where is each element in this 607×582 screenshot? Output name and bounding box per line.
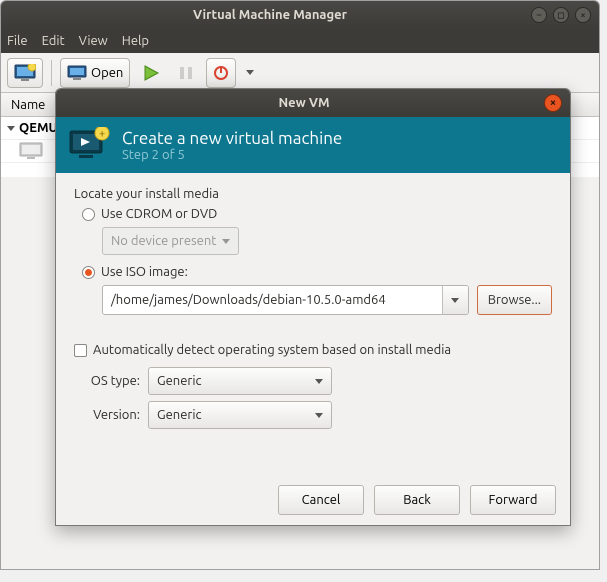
- menubar: File Edit View Help: [1, 29, 599, 53]
- window-controls: – ◻ ×: [531, 7, 591, 23]
- radio-cdrom-row[interactable]: Use CDROM or DVD: [82, 207, 552, 221]
- chevron-down-icon: [315, 379, 323, 384]
- shutdown-menu-button[interactable]: [242, 58, 258, 88]
- device-dropdown: No device present: [102, 227, 239, 255]
- os-type-label: OS type:: [74, 374, 140, 388]
- version-select[interactable]: Generic: [148, 401, 332, 429]
- radio-iso[interactable]: [82, 266, 95, 279]
- browse-button[interactable]: Browse...: [477, 285, 552, 315]
- radio-cdrom-label: Use CDROM or DVD: [101, 207, 217, 221]
- radio-cdrom[interactable]: [82, 208, 95, 221]
- shutdown-button[interactable]: [206, 58, 236, 88]
- close-button[interactable]: ×: [575, 7, 591, 23]
- forward-button[interactable]: Forward: [470, 485, 556, 515]
- dialog-titlebar[interactable]: New VM ×: [56, 89, 570, 117]
- dialog-header-titles: Create a new virtual machine Step 2 of 5: [122, 129, 342, 162]
- dialog-header-title: Create a new virtual machine: [122, 129, 342, 148]
- monitor-new-icon: [14, 64, 36, 82]
- menu-file[interactable]: File: [7, 34, 28, 48]
- new-vm-dialog: New VM × + Create a new virtual machine …: [55, 88, 571, 526]
- iso-path-dropdown-button[interactable]: [442, 286, 468, 314]
- svg-text:+: +: [99, 128, 105, 140]
- main-titlebar: Virtual Machine Manager – ◻ ×: [1, 1, 599, 29]
- iso-path-value[interactable]: /home/james/Downloads/debian-10.5.0-amd6…: [103, 286, 442, 314]
- cancel-button[interactable]: Cancel: [278, 485, 364, 515]
- pause-button[interactable]: [172, 58, 200, 88]
- version-value: Generic: [157, 408, 202, 422]
- version-label: Version:: [74, 408, 140, 422]
- power-icon: [213, 65, 229, 81]
- autodetect-checkbox[interactable]: [74, 344, 87, 357]
- back-button[interactable]: Back: [374, 485, 460, 515]
- pause-icon: [178, 65, 194, 81]
- expand-icon: [7, 126, 15, 131]
- tree-group-label: QEMU: [19, 121, 58, 135]
- chevron-down-icon: [451, 298, 459, 303]
- os-type-value: Generic: [157, 374, 202, 388]
- monitor-small-icon: [19, 142, 43, 160]
- device-dropdown-text: No device present: [111, 234, 216, 248]
- radio-iso-label: Use ISO image:: [101, 265, 188, 279]
- chevron-down-icon: [315, 413, 323, 418]
- column-name[interactable]: Name: [7, 98, 49, 112]
- main-title: Virtual Machine Manager: [9, 8, 531, 22]
- dialog-close-button[interactable]: ×: [544, 94, 562, 112]
- dialog-header: + Create a new virtual machine Step 2 of…: [56, 117, 570, 173]
- open-label: Open: [91, 66, 123, 80]
- cdrom-device-block: No device present: [102, 227, 552, 255]
- run-button[interactable]: [136, 58, 166, 88]
- dialog-title: New VM: [64, 96, 544, 110]
- dialog-body: Locate your install media Use CDROM or D…: [56, 173, 570, 445]
- chevron-down-icon: [222, 239, 230, 244]
- version-row: Version: Generic: [74, 401, 552, 429]
- autodetect-label: Automatically detect operating system ba…: [93, 343, 451, 357]
- chevron-down-icon: [246, 70, 254, 75]
- iso-row: /home/james/Downloads/debian-10.5.0-amd6…: [102, 285, 552, 315]
- minimize-button[interactable]: –: [531, 7, 547, 23]
- autodetect-row[interactable]: Automatically detect operating system ba…: [74, 343, 552, 357]
- locate-media-label: Locate your install media: [74, 187, 552, 201]
- menu-view[interactable]: View: [79, 34, 108, 48]
- os-type-row: OS type: Generic: [74, 367, 552, 395]
- iso-path-combo[interactable]: /home/james/Downloads/debian-10.5.0-amd6…: [102, 285, 469, 315]
- toolbar: Open: [1, 53, 599, 93]
- new-vm-button[interactable]: [7, 58, 43, 88]
- toolbar-separator: [51, 60, 52, 86]
- monitor-icon: [67, 65, 87, 81]
- create-vm-icon: +: [68, 127, 110, 163]
- menu-edit[interactable]: Edit: [42, 34, 65, 48]
- dialog-step-label: Step 2 of 5: [122, 148, 342, 162]
- dialog-footer: Cancel Back Forward: [56, 475, 570, 525]
- open-button[interactable]: Open: [60, 58, 130, 88]
- menu-help[interactable]: Help: [122, 34, 149, 48]
- radio-iso-row[interactable]: Use ISO image:: [82, 265, 552, 279]
- maximize-button[interactable]: ◻: [553, 7, 569, 23]
- os-type-select[interactable]: Generic: [148, 367, 332, 395]
- play-icon: [142, 64, 160, 82]
